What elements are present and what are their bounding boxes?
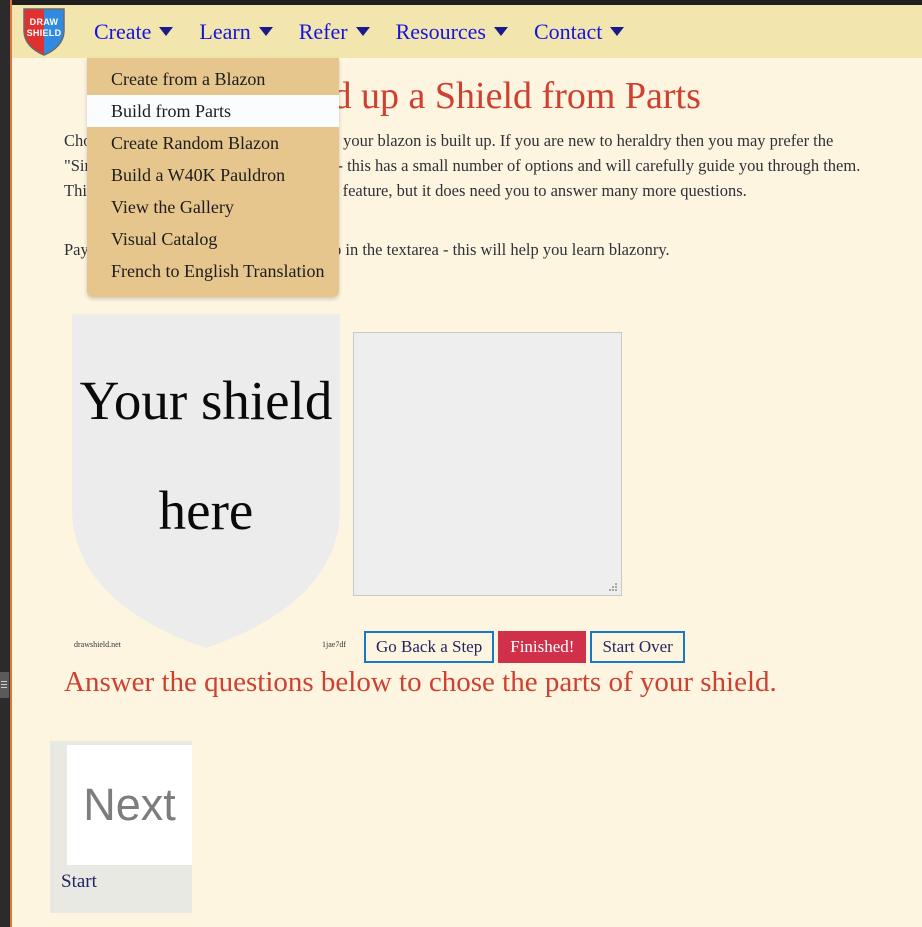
nav-item-refer[interactable]: Refer xyxy=(298,18,370,44)
menu-item-visual-catalog[interactable]: Visual Catalog xyxy=(87,223,339,255)
option-card-start[interactable]: Next Start xyxy=(50,741,192,913)
chevron-down-icon xyxy=(258,27,273,36)
site-logo[interactable]: DRAW SHIELD xyxy=(22,7,66,57)
finished-button[interactable]: Finished! xyxy=(498,631,587,663)
shield-credit: drawshield.net xyxy=(74,640,121,649)
option-caption: Start xyxy=(61,871,97,892)
blazon-textarea[interactable] xyxy=(353,332,622,596)
menu-item-create-from-blazon[interactable]: Create from a Blazon xyxy=(87,63,339,95)
nav-item-create[interactable]: Create xyxy=(94,18,174,44)
chevron-down-icon xyxy=(493,27,508,36)
menu-item-build-from-parts[interactable]: Build from Parts xyxy=(87,95,339,127)
chevron-down-icon xyxy=(159,27,174,36)
create-dropdown-menu: Create from a Blazon Build from Parts Cr… xyxy=(87,58,339,297)
left-scrollbar[interactable] xyxy=(0,672,9,698)
nav-item-resources[interactable]: Resources xyxy=(395,18,508,44)
go-back-a-step-button[interactable]: Go Back a Step xyxy=(364,631,495,663)
nav-item-learn[interactable]: Learn xyxy=(199,18,273,44)
option-thumbnail[interactable]: Next xyxy=(67,745,192,865)
main-nav: Create Learn Refer Resources Contact xyxy=(94,18,650,44)
left-chrome-strip xyxy=(0,0,10,927)
nav-label-resources: Resources xyxy=(395,18,486,44)
shield-logo-icon xyxy=(22,7,66,57)
menu-item-view-gallery[interactable]: View the Gallery xyxy=(87,191,339,223)
nav-label-create: Create xyxy=(94,18,152,44)
page-canvas: DRAW SHIELD Create Learn Refer Resources… xyxy=(12,5,922,927)
nav-label-learn: Learn xyxy=(199,18,251,44)
menu-item-build-w40k-pauldron[interactable]: Build a W40K Pauldron xyxy=(87,159,339,191)
browser-window: DRAW SHIELD Create Learn Refer Resources… xyxy=(0,0,922,927)
chevron-down-icon xyxy=(610,27,625,36)
question-heading: Answer the questions below to chose the … xyxy=(64,666,777,698)
shield-outline-icon xyxy=(72,314,340,648)
nav-label-refer: Refer xyxy=(298,18,348,44)
nav-label-contact: Contact xyxy=(533,18,603,44)
start-over-button[interactable]: Start Over xyxy=(590,631,685,663)
menu-item-create-random-blazon[interactable]: Create Random Blazon xyxy=(87,127,339,159)
site-header: DRAW SHIELD Create Learn Refer Resources… xyxy=(12,5,922,58)
menu-item-french-to-english[interactable]: French to English Translation xyxy=(87,255,339,287)
step-button-row: Go Back a Step Finished! Start Over xyxy=(364,631,685,663)
option-thumbnail-label: Next xyxy=(83,779,176,830)
shield-hash: 1jae7df xyxy=(322,640,346,649)
chevron-down-icon xyxy=(355,27,370,36)
nav-item-contact[interactable]: Contact xyxy=(533,18,625,44)
shield-preview: Your shield here drawshield.net 1jae7df xyxy=(64,312,348,650)
